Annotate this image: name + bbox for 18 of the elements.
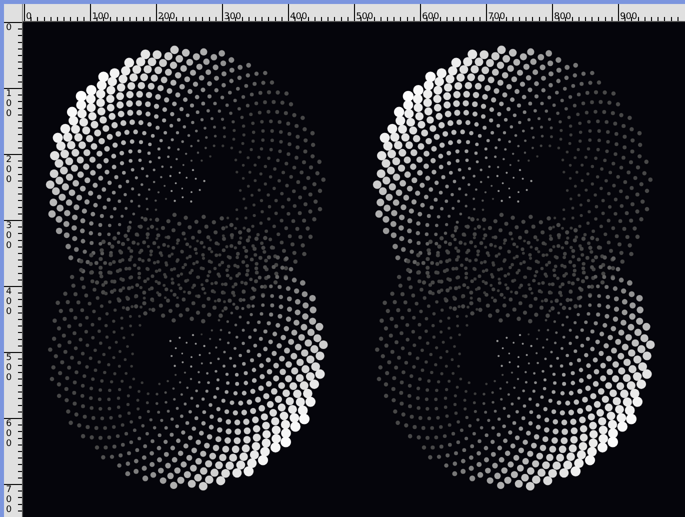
ruler-label: 100 bbox=[5, 89, 13, 119]
ruler-label: 600 bbox=[421, 12, 440, 21]
ruler-label: 800 bbox=[553, 12, 572, 21]
ruler-label: 700 bbox=[487, 12, 506, 21]
ruler-label: 100 bbox=[91, 12, 110, 21]
ruler-label: 300 bbox=[5, 221, 13, 251]
ruler-label: 500 bbox=[355, 12, 374, 21]
ruler-label: 300 bbox=[223, 12, 242, 21]
ruler-label: 500 bbox=[5, 353, 13, 383]
ruler-label: 0 bbox=[5, 23, 13, 33]
ruler-label: 400 bbox=[5, 287, 13, 317]
ruler-label: 0 bbox=[25, 12, 32, 21]
ruler-label: 900 bbox=[619, 12, 638, 21]
ruler-label: 400 bbox=[289, 12, 308, 21]
ruler-label: 200 bbox=[5, 155, 13, 185]
ruler-label: 200 bbox=[157, 12, 176, 21]
ruler-label: 600 bbox=[5, 419, 13, 449]
ruler-label: 700 bbox=[5, 485, 13, 515]
